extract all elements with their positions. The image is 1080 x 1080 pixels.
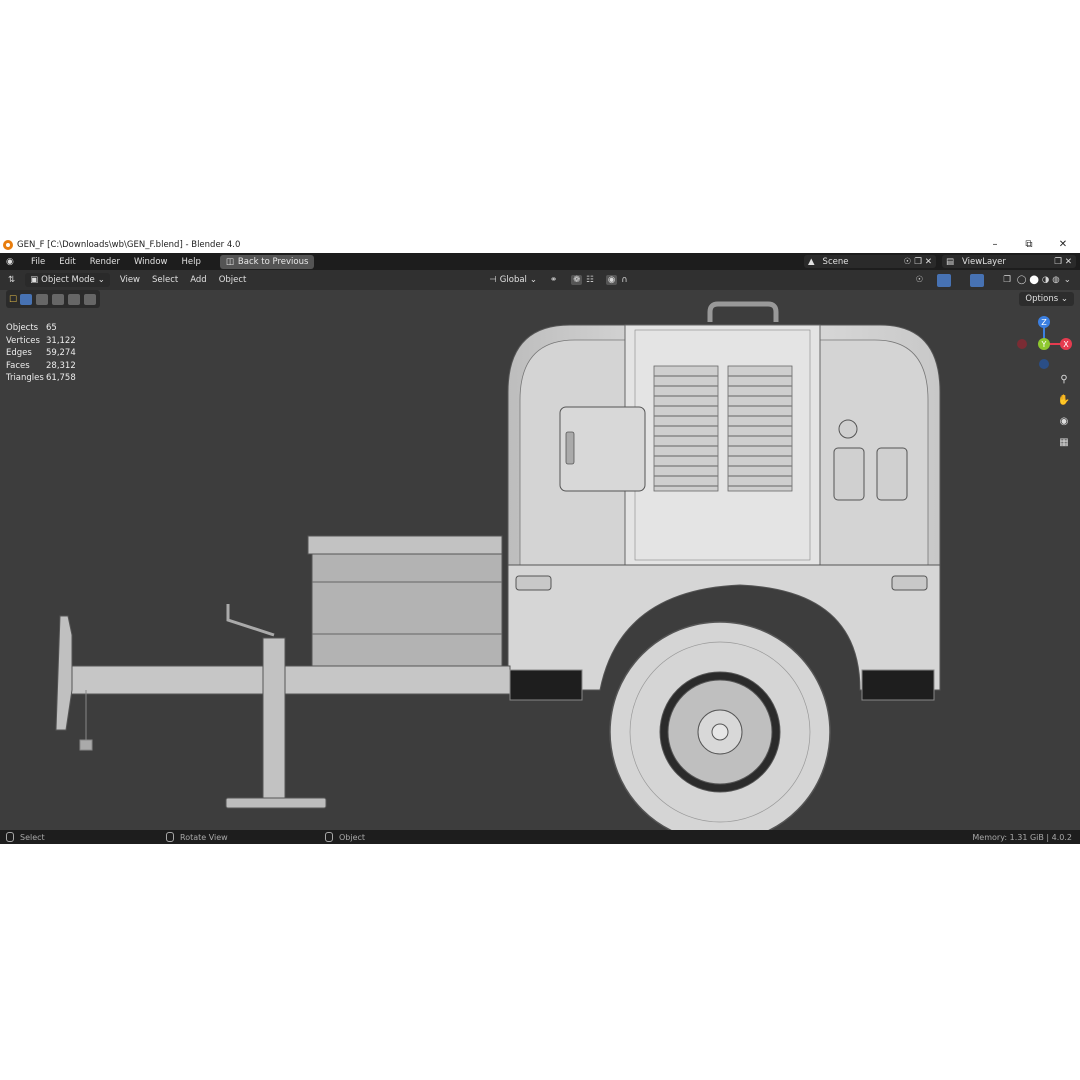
orientation-label: Global [499, 275, 527, 285]
gizmo-toggle-icon[interactable] [937, 273, 952, 287]
scene-selector[interactable]: ▲ Scene ☉ ❐ ✕ [804, 255, 936, 268]
3d-viewport[interactable]: □ Objects 65 Vertices 31,122 Edges 59,274 F… [0, 290, 1080, 830]
back-to-previous-button[interactable]: ◫ Back to Previous [219, 254, 315, 269]
control-knob [838, 419, 858, 439]
carry-handle [707, 301, 779, 322]
remove-scene-icon[interactable]: ✕ [925, 257, 932, 267]
close-icon[interactable]: ✕ [1046, 236, 1080, 253]
vent-grille-left [653, 365, 719, 492]
snap-target-icon[interactable]: ☷ [586, 275, 594, 285]
remove-view-layer-icon[interactable]: ✕ [1065, 257, 1072, 267]
status-rotate: Rotate View [166, 832, 228, 842]
tow-hitch [55, 615, 73, 731]
vent-grille-right [727, 365, 793, 492]
view-layer-icon: ▤ [946, 256, 955, 267]
header-menu-add[interactable]: Add [184, 275, 212, 285]
frame-cutout-left [509, 669, 583, 701]
jack-stand [262, 637, 286, 804]
generator-trailer-model[interactable] [0, 290, 1080, 830]
jack-crank [226, 604, 275, 637]
new-scene-icon[interactable]: ❐ [914, 257, 922, 267]
door-latch [565, 431, 575, 465]
fuel-box [311, 553, 503, 667]
snap-icon[interactable]: ❁ [571, 275, 583, 285]
blender-window: GEN_F [C:\Downloads\wb\GEN_F.blend] - Bl… [0, 236, 1080, 844]
back-to-previous-label: Back to Previous [237, 256, 309, 267]
status-memory: Memory: 1.31 GiB | 4.0.2 [972, 832, 1072, 842]
menu-window[interactable]: Window [127, 257, 175, 267]
overlay-toggle-icon[interactable] [970, 273, 985, 287]
power-plug [79, 690, 93, 751]
header-menu-object[interactable]: Object [213, 275, 253, 285]
scene-name: Scene [822, 256, 849, 267]
blender-logo-icon [3, 239, 13, 250]
blender-menu-icon[interactable]: ◉ [6, 257, 18, 267]
mouse-left-icon [6, 832, 14, 842]
marker-light-left [515, 575, 552, 591]
status-object-label: Object [339, 832, 366, 842]
mode-dropdown[interactable]: ▣ Object Mode ⌄ [25, 273, 110, 287]
chevron-down-icon: ⌄ [529, 275, 538, 285]
window-title: GEN_F [C:\Downloads\wb\GEN_F.blend] - Bl… [17, 239, 241, 250]
chevron-down-icon: ⌄ [97, 275, 105, 285]
header-menu-select[interactable]: Select [146, 275, 184, 285]
pin-icon[interactable]: ☉ [904, 257, 912, 267]
jack-foot [225, 797, 327, 809]
back-icon: ◫ [225, 256, 234, 267]
top-menu-bar: ◉ File Edit Render Window Help ◫ Back to… [0, 253, 1080, 270]
menu-render[interactable]: Render [83, 257, 127, 267]
transform-orientation-dropdown[interactable]: ⊣ Global ⌄ [484, 273, 542, 287]
status-select: Select [6, 832, 45, 842]
chevron-down-icon[interactable]: ⌄ [1064, 275, 1071, 285]
xray-icon[interactable]: ❐ [1003, 275, 1011, 285]
title-bar: GEN_F [C:\Downloads\wb\GEN_F.blend] - Bl… [0, 236, 1080, 253]
rendered-shading-icon[interactable]: ◍ [1052, 275, 1059, 285]
menu-help[interactable]: Help [174, 257, 207, 267]
menu-file[interactable]: File [24, 257, 52, 267]
new-view-layer-icon[interactable]: ❐ [1054, 257, 1062, 267]
mouse-middle-icon [166, 832, 174, 842]
mouse-right-icon [325, 832, 333, 842]
minimize-icon[interactable]: – [978, 236, 1012, 253]
status-select-label: Select [20, 832, 45, 842]
editor-type-icon[interactable]: ⇅ [8, 275, 15, 285]
frame-cutout-right [861, 669, 935, 701]
restore-icon[interactable]: ⧉ [1012, 236, 1046, 253]
wireframe-shading-icon[interactable]: ◯ [1017, 275, 1027, 285]
object-mode-icon: ▣ [30, 275, 39, 285]
mode-label: Object Mode [41, 275, 95, 285]
status-bar: Select Rotate View Object Memory: 1.31 G… [0, 830, 1080, 844]
material-shading-icon[interactable]: ◑ [1042, 275, 1049, 285]
outlet-right [876, 447, 908, 501]
solid-shading-icon[interactable]: ⬤ [1029, 275, 1039, 285]
status-rotate-label: Rotate View [180, 832, 228, 842]
status-object: Object [325, 832, 365, 842]
fuel-box-lid [307, 535, 503, 555]
orientation-icon: ⊣ [489, 275, 497, 285]
proportional-edit-icon[interactable]: ◉ [605, 275, 618, 285]
view-layer-selector[interactable]: ▤ ViewLayer ❐ ✕ [942, 255, 1076, 268]
header-menu-view[interactable]: View [114, 275, 146, 285]
window-controls: – ⧉ ✕ [978, 236, 1080, 253]
marker-light-right [891, 575, 928, 591]
pivot-icon[interactable]: ⚭ [550, 275, 557, 285]
falloff-icon[interactable]: ∩ [621, 275, 627, 285]
viewport-header: ⇅ ▣ Object Mode ⌄ View Select Add Object… [0, 270, 1080, 290]
visibility-icon[interactable]: ☉ [916, 275, 924, 285]
view-layer-name: ViewLayer [962, 256, 1006, 267]
outlet-left [833, 447, 865, 501]
scene-icon: ▲ [808, 256, 815, 267]
menu-edit[interactable]: Edit [52, 257, 82, 267]
